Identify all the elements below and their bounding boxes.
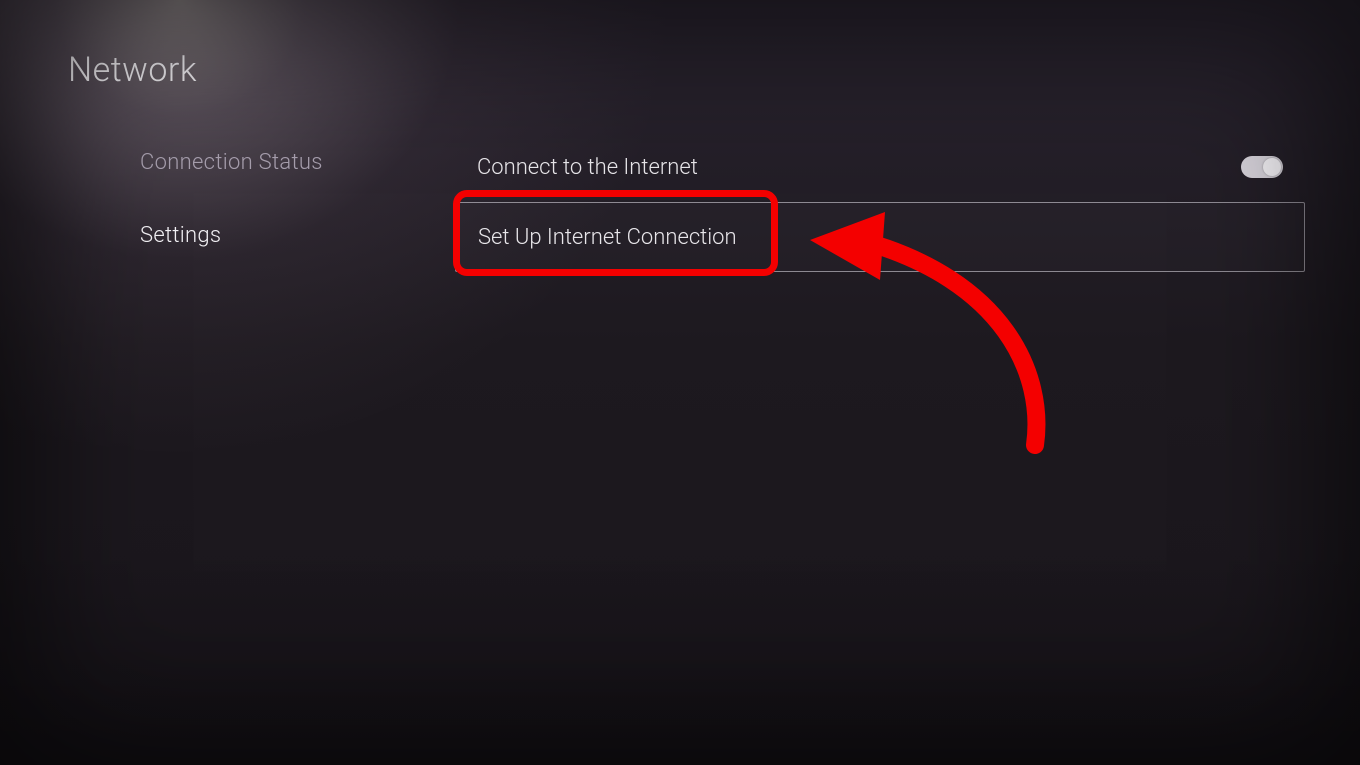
row-set-up-internet-connection[interactable]: Set Up Internet Connection (455, 202, 1305, 272)
sidebar-item-label: Connection Status (140, 150, 323, 175)
sidebar: Connection Status Settings (140, 150, 430, 248)
content-panel: Connect to the Internet Set Up Internet … (455, 132, 1305, 272)
page-title: Network (68, 50, 197, 90)
sidebar-item-settings[interactable]: Settings (140, 223, 430, 248)
toggle-connect-to-internet[interactable] (1241, 156, 1283, 178)
row-label: Set Up Internet Connection (478, 225, 737, 250)
row-label: Connect to the Internet (477, 155, 698, 180)
floor-shadow (0, 545, 1360, 765)
toggle-knob (1263, 158, 1281, 176)
sidebar-item-label: Settings (140, 223, 221, 248)
sidebar-item-connection-status[interactable]: Connection Status (140, 150, 430, 175)
row-connect-to-internet[interactable]: Connect to the Internet (455, 132, 1305, 202)
